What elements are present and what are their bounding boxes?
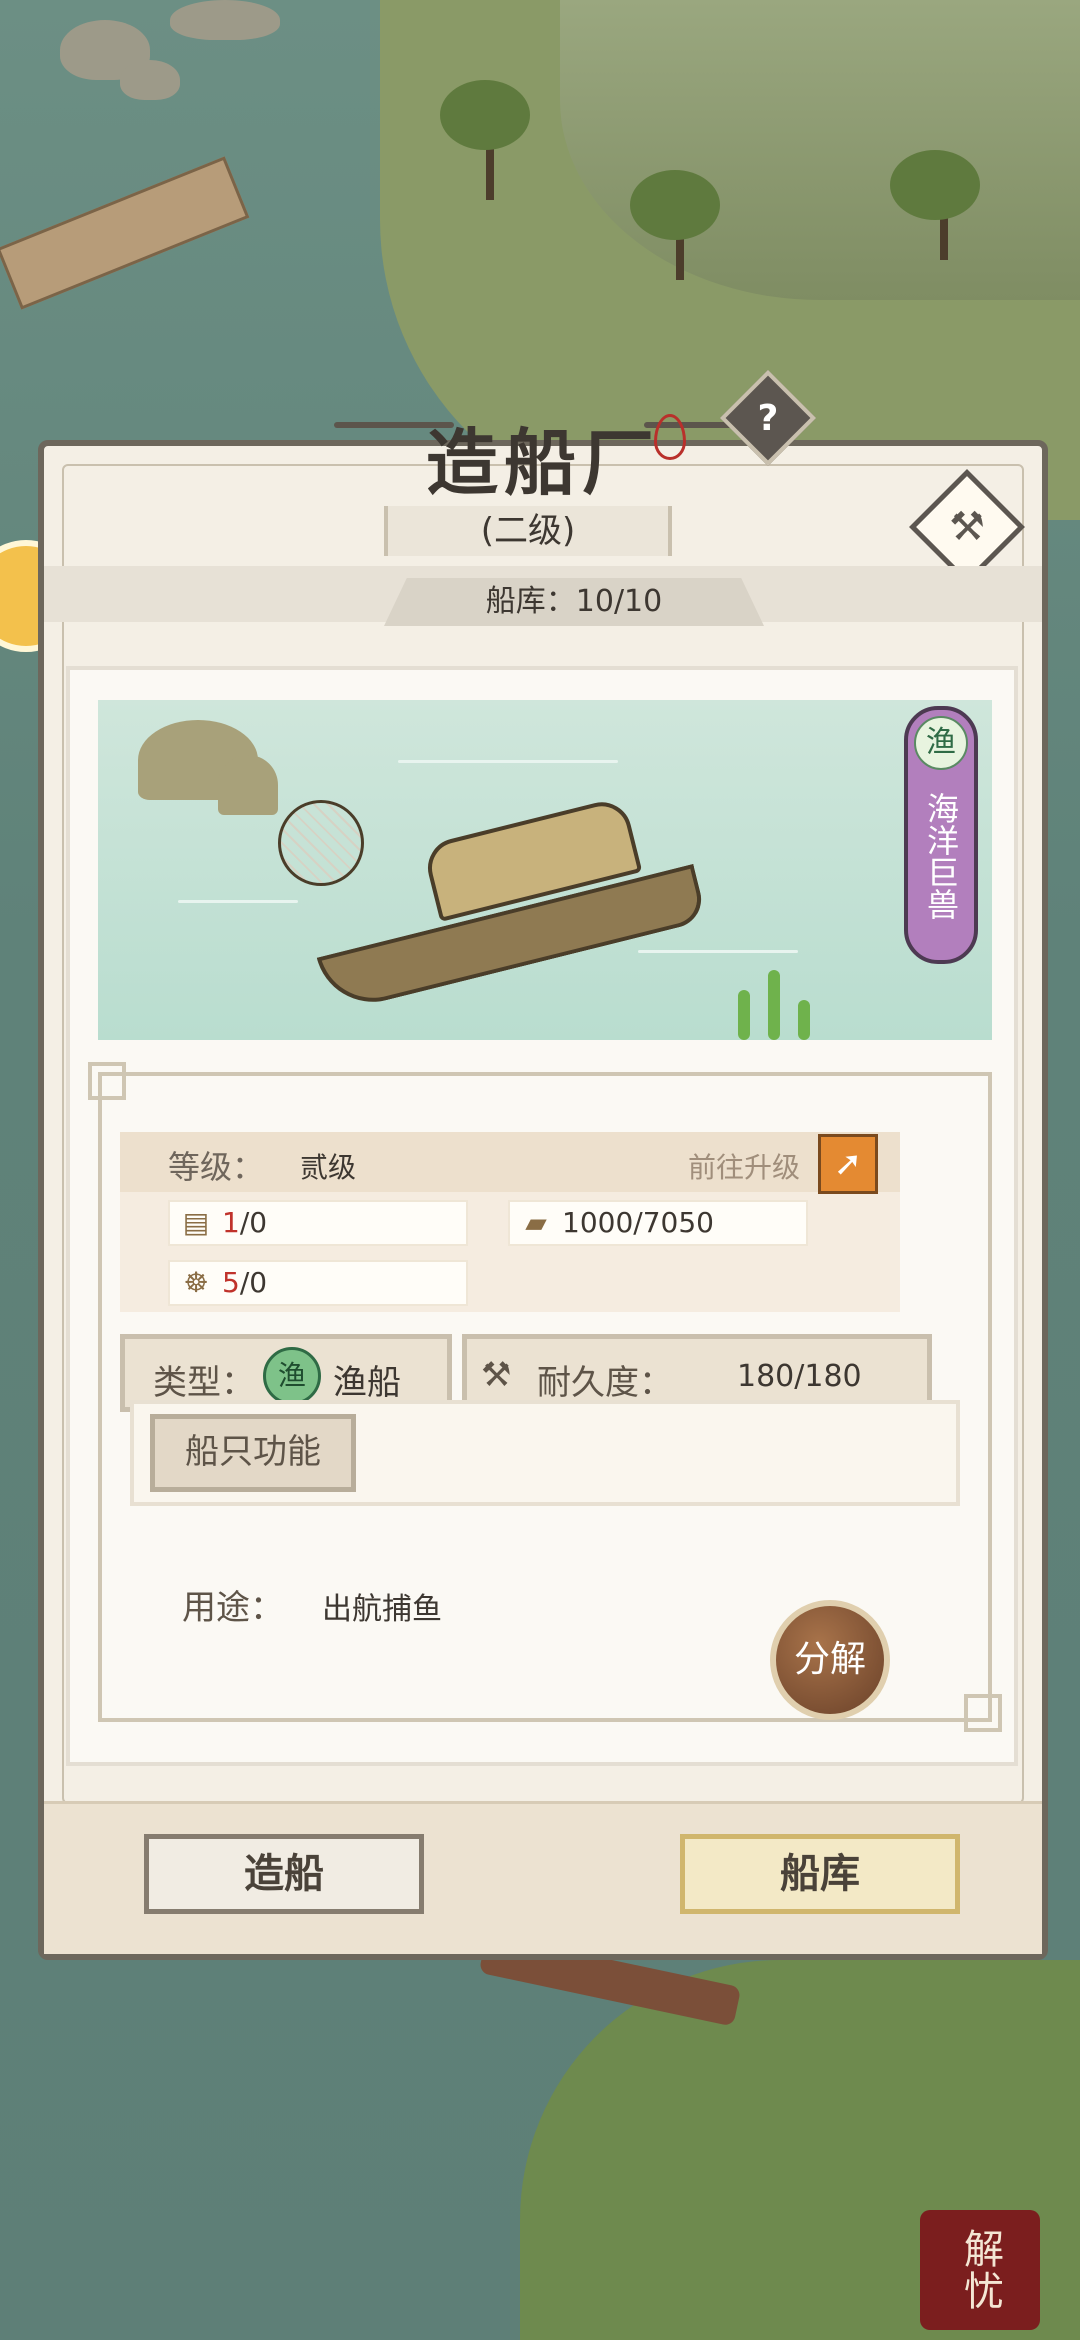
resource-wood: ▰ 1000/7050: [508, 1200, 808, 1246]
storage-count: 船库：10/10: [384, 578, 764, 626]
seaweed: [798, 1000, 810, 1040]
fishing-net: [278, 800, 364, 886]
level-label: 等级：: [168, 1148, 265, 1186]
resource-helm-current: 5: [222, 1266, 240, 1299]
bottom-action-bar: 造船 船库: [44, 1801, 1042, 1954]
durability-label: 耐久度：: [537, 1363, 673, 1403]
island-rock: [218, 755, 278, 815]
ship-detail-card: 渔 海洋巨兽 等级： 贰级 前往升级 ➚ ▤ 1/0 ▰ 1000/7050 ☸ 5/…: [66, 666, 1018, 1766]
dismantle-button[interactable]: 分解: [770, 1600, 890, 1720]
fish-type-badge: 渔: [263, 1347, 321, 1405]
resource-map-rest: /0: [239, 1206, 268, 1239]
rock: [120, 60, 180, 100]
ship-function-button[interactable]: 船只功能: [150, 1414, 356, 1492]
type-value: 渔船: [333, 1363, 401, 1403]
ship-illustration: 渔 海洋巨兽: [98, 700, 992, 1040]
resource-wood-text: 1000/7050: [562, 1206, 714, 1239]
tree: [440, 80, 530, 150]
shipyard-panel: 造船厂 ? (二级) ⚒ 船库：10/10 渔 海洋巨兽 等级： 贰级 前往升级…: [38, 369, 1048, 1960]
wave-line: [398, 760, 618, 763]
durability-value: 180/180: [737, 1359, 862, 1394]
resource-map-current: 1: [222, 1206, 240, 1239]
wood-icon: ▰: [525, 1206, 547, 1239]
helm-icon: ☸: [183, 1266, 209, 1299]
tree: [890, 150, 980, 220]
fish-category-badge: 渔: [914, 716, 968, 770]
map-icon: ▤: [182, 1206, 210, 1239]
seal-text: 解忧: [957, 2228, 1003, 2312]
hammer-durability-icon: ⚒: [481, 1355, 512, 1395]
tree: [630, 170, 720, 240]
corner-seal-stamp: 解忧: [920, 2210, 1040, 2330]
panel-title: 造船厂: [425, 420, 660, 505]
flame-icon: [654, 414, 686, 460]
title-banner: 造船厂 ?: [44, 369, 1042, 509]
hammer-icon: ⚒: [949, 504, 985, 550]
resource-helm: ☸ 5/0: [168, 1260, 468, 1306]
level-row: 等级： 贰级 前往升级 ➚: [120, 1132, 900, 1194]
upgrade-arrow-icon[interactable]: ➚: [818, 1134, 878, 1194]
ship-stats: 等级： 贰级 前往升级 ➚ ▤ 1/0 ▰ 1000/7050 ☸ 5/0: [120, 1132, 900, 1312]
usage-label: 用途：: [182, 1588, 284, 1628]
seaweed: [768, 970, 780, 1040]
resource-helm-rest: /0: [239, 1266, 268, 1299]
level-value: 贰级: [300, 1151, 357, 1184]
building-level: (二级): [384, 506, 672, 556]
upgrade-link[interactable]: 前往升级: [688, 1146, 800, 1186]
build-ship-button[interactable]: 造船: [144, 1834, 424, 1914]
question-icon: ?: [757, 397, 779, 439]
seaweed: [738, 990, 750, 1040]
category-tag[interactable]: 渔 海洋巨兽: [904, 706, 978, 964]
wave-line: [178, 900, 298, 903]
title-swirl-left: [334, 422, 454, 428]
usage-value: 出航捕鱼: [322, 1592, 442, 1627]
wave-line: [638, 950, 798, 953]
type-label: 类型：: [153, 1363, 255, 1403]
resource-map: ▤ 1/0: [168, 1200, 468, 1246]
ship-storage-button[interactable]: 船库: [680, 1834, 960, 1914]
rock: [170, 0, 280, 40]
category-tag-text: 海洋巨兽: [922, 792, 960, 920]
